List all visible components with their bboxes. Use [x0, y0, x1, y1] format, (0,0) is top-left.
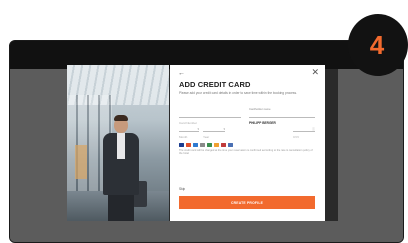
accepted-card-brands: [179, 143, 233, 147]
maestro-icon: [228, 143, 233, 147]
charge-note: The credit card will be charged at the t…: [179, 149, 313, 156]
step-badge: 4: [348, 14, 408, 76]
overlay-right: [338, 69, 403, 242]
create-profile-button[interactable]: CREATE PROFILE: [179, 196, 315, 209]
credit-card-modal: ← ✕ ADD CREDIT CARD Please add your cred…: [170, 65, 325, 221]
cvv-placeholder: CVV: [293, 135, 300, 139]
skip-link[interactable]: Skip: [179, 187, 185, 191]
arrow-left-icon[interactable]: ←: [178, 70, 185, 77]
info-icon: ⓘ: [311, 127, 315, 131]
unionpay-icon: [221, 143, 226, 147]
chevron-down-icon: ▾: [223, 127, 225, 131]
jcb-icon: [207, 143, 212, 147]
expiry-month-value: Month: [179, 135, 188, 139]
amex-icon: [193, 143, 198, 147]
visa-icon: [179, 143, 184, 147]
expiry-month-select[interactable]: Month ▾: [179, 125, 199, 139]
cardholder-field[interactable]: Cardholder name PHILIPP BERGER: [249, 107, 315, 125]
step-number: 4: [369, 30, 385, 60]
screen: ← ✕ ADD CREDIT CARD Please add your cred…: [0, 0, 408, 243]
diners-icon: [200, 143, 205, 147]
modal-subtitle: Please add your credit card details in o…: [179, 91, 297, 95]
card-number-field[interactable]: Card Number: [179, 111, 241, 125]
hero-photo: [67, 65, 169, 221]
cardholder-value: PHILIPP BERGER: [249, 121, 276, 125]
modal-title: ADD CREDIT CARD: [179, 80, 251, 89]
cardholder-label: Cardholder name: [249, 107, 271, 111]
mastercard-icon: [186, 143, 191, 147]
cvv-field[interactable]: CVV ⓘ: [293, 125, 315, 139]
close-icon[interactable]: ✕: [311, 68, 319, 77]
expiry-year-select[interactable]: Year ▾: [203, 125, 225, 139]
chevron-down-icon: ▾: [197, 127, 199, 131]
discover-icon: [214, 143, 219, 147]
overlay-left: [10, 69, 68, 242]
overlay-bottom: [10, 221, 403, 242]
expiry-year-value: Year: [203, 135, 210, 139]
